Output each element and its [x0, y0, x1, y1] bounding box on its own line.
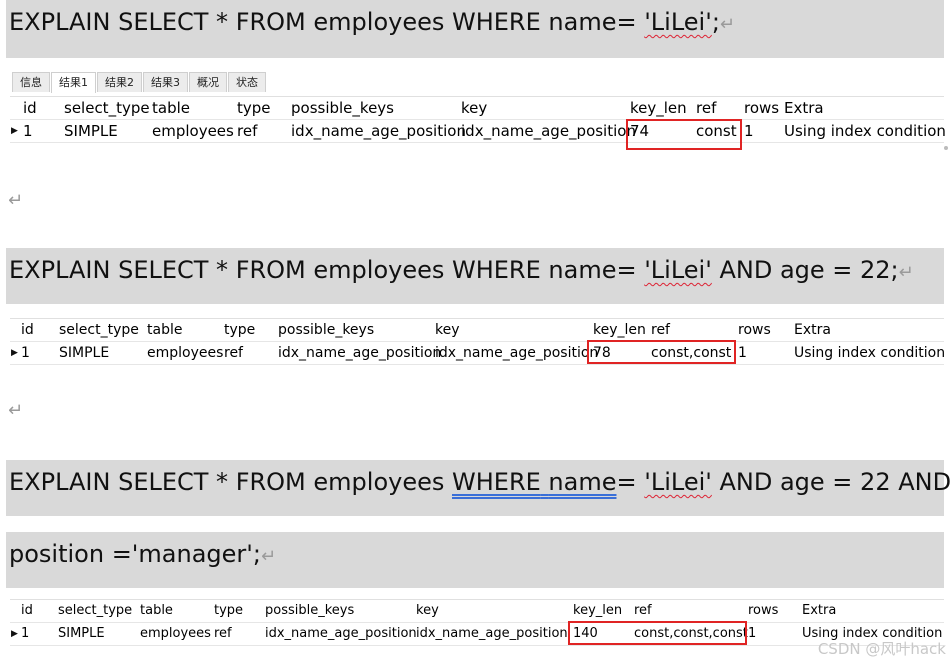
col-id[interactable]: id — [21, 319, 34, 341]
watermark: CSDN @风叶hack — [817, 640, 946, 658]
tab-result3[interactable]: 结果3 — [143, 72, 188, 92]
col-select-type[interactable]: select_type — [64, 97, 150, 119]
cell-table[interactable]: employees — [140, 623, 211, 645]
col-possible-keys[interactable]: possible_keys — [265, 600, 354, 622]
col-table[interactable]: table — [140, 600, 173, 622]
sql-query-2: EXPLAIN SELECT * FROM employees WHERE na… — [6, 248, 944, 304]
result-tabs: 信息 结果1 结果2 结果3 概况 状态 — [12, 72, 267, 93]
cell-id[interactable]: 1 — [21, 342, 30, 364]
col-id[interactable]: id — [21, 600, 33, 622]
sql-text: EXPLAIN SELECT * FROM employees WHERE na… — [9, 8, 645, 36]
cell-select-type[interactable]: SIMPLE — [59, 342, 109, 364]
col-ref[interactable]: ref — [696, 97, 716, 119]
sql-where-keyword: WHERE — [452, 468, 541, 496]
tab-profile[interactable]: 概况 — [189, 72, 227, 92]
highlight-box — [568, 621, 747, 645]
grid-header: id select_type table type possible_keys … — [10, 319, 944, 342]
cell-key[interactable]: idx_name_age_position — [416, 623, 568, 645]
col-key-len[interactable]: key_len — [593, 319, 646, 341]
table-row[interactable]: ▶ 1 SIMPLE employees ref idx_name_age_po… — [10, 342, 945, 365]
cell-type[interactable]: ref — [237, 120, 257, 142]
col-table[interactable]: table — [147, 319, 182, 341]
col-type[interactable]: type — [224, 319, 255, 341]
highlight-box — [626, 119, 742, 150]
col-possible-keys[interactable]: possible_keys — [291, 97, 394, 119]
col-select-type[interactable]: select_type — [59, 319, 139, 341]
cell-key[interactable]: idx_name_age_position — [461, 120, 636, 142]
sql-literal: 'LiLei' — [644, 256, 712, 284]
col-key-len[interactable]: key_len — [573, 600, 622, 622]
grid-header: id select_type table type possible_keys … — [10, 600, 944, 623]
cell-possible-keys[interactable]: idx_name_age_position — [278, 342, 441, 364]
cell-table[interactable]: employees — [152, 120, 234, 142]
cell-id[interactable]: 1 — [23, 120, 33, 142]
sql-text: AND age = 22 AND — [711, 468, 950, 496]
sql-query-3-line-2: position ='manager';↵ — [6, 532, 944, 588]
cell-rows[interactable]: 1 — [744, 120, 754, 142]
sql-text: EXPLAIN SELECT * FROM employees WHERE na… — [9, 256, 645, 284]
cell-possible-keys[interactable]: idx_name_age_position — [291, 120, 466, 142]
col-rows[interactable]: rows — [748, 600, 778, 622]
sql-query-1: EXPLAIN SELECT * FROM employees WHERE na… — [6, 0, 944, 58]
cell-rows[interactable]: 1 — [738, 342, 747, 364]
cell-type[interactable]: ref — [224, 342, 243, 364]
col-type[interactable]: type — [214, 600, 243, 622]
result-grid-3: id select_type table type possible_keys … — [10, 599, 944, 646]
col-extra[interactable]: Extra — [802, 600, 836, 622]
pilcrow-icon: ↵ — [898, 262, 914, 283]
col-id[interactable]: id — [23, 97, 37, 119]
grid-header: id select_type table type possible_keys … — [10, 97, 944, 120]
sql-text: position ='manager'; — [9, 540, 261, 568]
col-rows[interactable]: rows — [744, 97, 779, 119]
cell-extra[interactable]: Using index condition — [794, 342, 945, 364]
pilcrow-icon: ↵ — [8, 400, 24, 421]
scroll-indicator — [944, 146, 948, 150]
cell-table[interactable]: employees — [147, 342, 223, 364]
table-row[interactable]: ▶ 1 SIMPLE employees ref idx_name_age_po… — [10, 623, 944, 646]
row-marker-icon: ▶ — [11, 629, 18, 639]
pilcrow-icon: ↵ — [719, 14, 736, 35]
col-ref[interactable]: ref — [651, 319, 670, 341]
highlight-box — [587, 340, 736, 364]
tab-result1[interactable]: 结果1 — [51, 72, 96, 93]
sql-query-3: EXPLAIN SELECT * FROM employees WHERE na… — [6, 460, 950, 516]
tab-status[interactable]: 状态 — [228, 72, 266, 92]
cell-select-type[interactable]: SIMPLE — [58, 623, 105, 645]
col-key[interactable]: key — [461, 97, 487, 119]
sql-tail: ; — [711, 8, 720, 36]
sql-literal: 'LiLei' — [644, 8, 712, 36]
col-key[interactable]: key — [416, 600, 439, 622]
sql-literal: 'LiLei' — [644, 468, 712, 496]
col-type[interactable]: type — [237, 97, 271, 119]
col-extra[interactable]: Extra — [784, 97, 824, 119]
cell-type[interactable]: ref — [214, 623, 232, 645]
col-possible-keys[interactable]: possible_keys — [278, 319, 374, 341]
col-extra[interactable]: Extra — [794, 319, 831, 341]
result-grid-1: id select_type table type possible_keys … — [10, 96, 946, 157]
col-ref[interactable]: ref — [634, 600, 652, 622]
sql-text: = — [616, 468, 645, 496]
sql-text: EXPLAIN SELECT * FROM employees — [9, 468, 452, 496]
row-marker-icon: ▶ — [11, 348, 18, 358]
result-grid-2: id select_type table type possible_keys … — [10, 318, 945, 365]
col-select-type[interactable]: select_type — [58, 600, 132, 622]
col-key-len[interactable]: key_len — [630, 97, 687, 119]
cell-rows[interactable]: 1 — [748, 623, 756, 645]
pilcrow-icon: ↵ — [8, 190, 24, 211]
tab-info[interactable]: 信息 — [12, 72, 50, 92]
cell-possible-keys[interactable]: idx_name_age_position — [265, 623, 417, 645]
cell-id[interactable]: 1 — [21, 623, 29, 645]
pilcrow-icon: ↵ — [260, 546, 277, 567]
cell-select-type[interactable]: SIMPLE — [64, 120, 118, 142]
sql-tail: AND age = 22; — [711, 256, 899, 284]
tab-result2[interactable]: 结果2 — [97, 72, 142, 92]
row-marker-icon: ▶ — [11, 126, 18, 136]
cell-extra[interactable]: Using index condition — [784, 120, 946, 142]
col-rows[interactable]: rows — [738, 319, 771, 341]
table-row[interactable]: ▶ 1 SIMPLE employees ref idx_name_age_po… — [10, 120, 946, 143]
col-key[interactable]: key — [435, 319, 460, 341]
cell-key[interactable]: idx_name_age_position — [435, 342, 598, 364]
sql-name-keyword: name — [548, 468, 617, 496]
col-table[interactable]: table — [152, 97, 190, 119]
